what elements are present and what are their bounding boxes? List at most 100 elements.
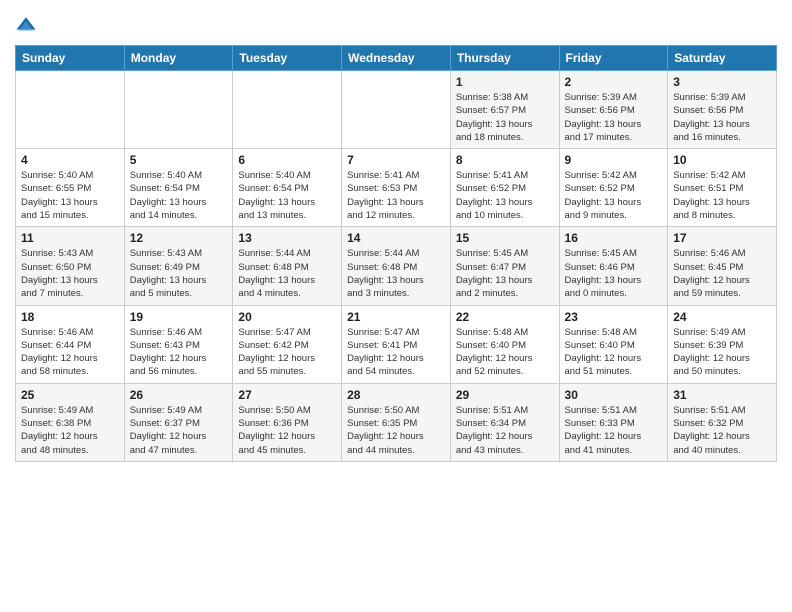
day-info: Sunrise: 5:47 AM Sunset: 6:41 PM Dayligh… <box>347 326 445 379</box>
logo <box>15 15 39 37</box>
day-number: 12 <box>130 231 228 245</box>
calendar-cell: 5 Sunrise: 5:40 AM Sunset: 6:54 PM Daylig… <box>124 149 233 227</box>
day-info: Sunrise: 5:40 AM Sunset: 6:55 PM Dayligh… <box>21 169 119 222</box>
calendar-cell <box>124 71 233 149</box>
day-info: Sunrise: 5:43 AM Sunset: 6:49 PM Dayligh… <box>130 247 228 300</box>
calendar-cell: 27 Sunrise: 5:50 AM Sunset: 6:36 PM Dayli… <box>233 383 342 461</box>
calendar-cell: 24 Sunrise: 5:49 AM Sunset: 6:39 PM Dayli… <box>668 305 777 383</box>
weekday-header-wednesday: Wednesday <box>342 46 451 71</box>
weekday-header-tuesday: Tuesday <box>233 46 342 71</box>
day-info: Sunrise: 5:51 AM Sunset: 6:34 PM Dayligh… <box>456 404 554 457</box>
calendar-header: SundayMondayTuesdayWednesdayThursdayFrid… <box>16 46 777 71</box>
day-number: 23 <box>565 310 663 324</box>
calendar-week-1: 1 Sunrise: 5:38 AM Sunset: 6:57 PM Daylig… <box>16 71 777 149</box>
calendar-cell: 20 Sunrise: 5:47 AM Sunset: 6:42 PM Dayli… <box>233 305 342 383</box>
calendar-cell: 18 Sunrise: 5:46 AM Sunset: 6:44 PM Dayli… <box>16 305 125 383</box>
day-number: 22 <box>456 310 554 324</box>
calendar-cell: 23 Sunrise: 5:48 AM Sunset: 6:40 PM Dayli… <box>559 305 668 383</box>
calendar-cell: 31 Sunrise: 5:51 AM Sunset: 6:32 PM Dayli… <box>668 383 777 461</box>
day-number: 5 <box>130 153 228 167</box>
calendar-cell: 11Sunrise: 5:43 AM Sunset: 6:50 PM Dayli… <box>16 227 125 305</box>
day-info: Sunrise: 5:44 AM Sunset: 6:48 PM Dayligh… <box>238 247 336 300</box>
day-info: Sunrise: 5:51 AM Sunset: 6:32 PM Dayligh… <box>673 404 771 457</box>
day-info: Sunrise: 5:39 AM Sunset: 6:56 PM Dayligh… <box>565 91 663 144</box>
calendar-week-5: 25Sunrise: 5:49 AM Sunset: 6:38 PM Dayli… <box>16 383 777 461</box>
day-number: 29 <box>456 388 554 402</box>
day-number: 30 <box>565 388 663 402</box>
calendar-cell: 28Sunrise: 5:50 AM Sunset: 6:35 PM Dayli… <box>342 383 451 461</box>
day-info: Sunrise: 5:45 AM Sunset: 6:46 PM Dayligh… <box>565 247 663 300</box>
day-number: 18 <box>21 310 119 324</box>
calendar-cell <box>342 71 451 149</box>
day-info: Sunrise: 5:42 AM Sunset: 6:52 PM Dayligh… <box>565 169 663 222</box>
day-info: Sunrise: 5:45 AM Sunset: 6:47 PM Dayligh… <box>456 247 554 300</box>
weekday-header-saturday: Saturday <box>668 46 777 71</box>
calendar-cell: 19 Sunrise: 5:46 AM Sunset: 6:43 PM Dayli… <box>124 305 233 383</box>
day-info: Sunrise: 5:48 AM Sunset: 6:40 PM Dayligh… <box>456 326 554 379</box>
calendar-cell: 4 Sunrise: 5:40 AM Sunset: 6:55 PM Daylig… <box>16 149 125 227</box>
day-number: 21 <box>347 310 445 324</box>
calendar-cell: 1 Sunrise: 5:38 AM Sunset: 6:57 PM Daylig… <box>450 71 559 149</box>
calendar-cell: 29 Sunrise: 5:51 AM Sunset: 6:34 PM Dayli… <box>450 383 559 461</box>
day-number: 17 <box>673 231 771 245</box>
day-number: 19 <box>130 310 228 324</box>
weekday-header-row: SundayMondayTuesdayWednesdayThursdayFrid… <box>16 46 777 71</box>
day-info: Sunrise: 5:40 AM Sunset: 6:54 PM Dayligh… <box>130 169 228 222</box>
calendar-week-2: 4 Sunrise: 5:40 AM Sunset: 6:55 PM Daylig… <box>16 149 777 227</box>
day-info: Sunrise: 5:43 AM Sunset: 6:50 PM Dayligh… <box>21 247 119 300</box>
day-info: Sunrise: 5:50 AM Sunset: 6:36 PM Dayligh… <box>238 404 336 457</box>
weekday-header-thursday: Thursday <box>450 46 559 71</box>
day-number: 24 <box>673 310 771 324</box>
day-info: Sunrise: 5:47 AM Sunset: 6:42 PM Dayligh… <box>238 326 336 379</box>
day-number: 13 <box>238 231 336 245</box>
calendar-cell: 8Sunrise: 5:41 AM Sunset: 6:52 PM Daylig… <box>450 149 559 227</box>
day-number: 1 <box>456 75 554 89</box>
calendar-cell: 6Sunrise: 5:40 AM Sunset: 6:54 PM Daylig… <box>233 149 342 227</box>
calendar-cell: 7 Sunrise: 5:41 AM Sunset: 6:53 PM Daylig… <box>342 149 451 227</box>
day-number: 16 <box>565 231 663 245</box>
day-info: Sunrise: 5:49 AM Sunset: 6:37 PM Dayligh… <box>130 404 228 457</box>
weekday-header-sunday: Sunday <box>16 46 125 71</box>
day-info: Sunrise: 5:42 AM Sunset: 6:51 PM Dayligh… <box>673 169 771 222</box>
day-info: Sunrise: 5:49 AM Sunset: 6:39 PM Dayligh… <box>673 326 771 379</box>
day-number: 27 <box>238 388 336 402</box>
day-number: 15 <box>456 231 554 245</box>
calendar-cell: 17 Sunrise: 5:46 AM Sunset: 6:45 PM Dayli… <box>668 227 777 305</box>
day-info: Sunrise: 5:46 AM Sunset: 6:44 PM Dayligh… <box>21 326 119 379</box>
day-number: 14 <box>347 231 445 245</box>
day-info: Sunrise: 5:40 AM Sunset: 6:54 PM Dayligh… <box>238 169 336 222</box>
calendar-cell: 9 Sunrise: 5:42 AM Sunset: 6:52 PM Daylig… <box>559 149 668 227</box>
day-number: 25 <box>21 388 119 402</box>
day-number: 10 <box>673 153 771 167</box>
day-info: Sunrise: 5:46 AM Sunset: 6:45 PM Dayligh… <box>673 247 771 300</box>
calendar-week-3: 11Sunrise: 5:43 AM Sunset: 6:50 PM Dayli… <box>16 227 777 305</box>
calendar-cell: 30 Sunrise: 5:51 AM Sunset: 6:33 PM Dayli… <box>559 383 668 461</box>
calendar-week-4: 18 Sunrise: 5:46 AM Sunset: 6:44 PM Dayli… <box>16 305 777 383</box>
logo-icon <box>15 15 37 37</box>
day-info: Sunrise: 5:48 AM Sunset: 6:40 PM Dayligh… <box>565 326 663 379</box>
calendar-cell: 12 Sunrise: 5:43 AM Sunset: 6:49 PM Dayli… <box>124 227 233 305</box>
calendar-cell: 10 Sunrise: 5:42 AM Sunset: 6:51 PM Dayli… <box>668 149 777 227</box>
weekday-header-friday: Friday <box>559 46 668 71</box>
calendar-table: SundayMondayTuesdayWednesdayThursdayFrid… <box>15 45 777 462</box>
calendar-cell: 16 Sunrise: 5:45 AM Sunset: 6:46 PM Dayli… <box>559 227 668 305</box>
day-number: 7 <box>347 153 445 167</box>
day-info: Sunrise: 5:46 AM Sunset: 6:43 PM Dayligh… <box>130 326 228 379</box>
calendar-cell: 15 Sunrise: 5:45 AM Sunset: 6:47 PM Dayli… <box>450 227 559 305</box>
day-number: 9 <box>565 153 663 167</box>
day-number: 3 <box>673 75 771 89</box>
day-number: 31 <box>673 388 771 402</box>
day-info: Sunrise: 5:51 AM Sunset: 6:33 PM Dayligh… <box>565 404 663 457</box>
day-info: Sunrise: 5:38 AM Sunset: 6:57 PM Dayligh… <box>456 91 554 144</box>
day-number: 2 <box>565 75 663 89</box>
page-header <box>15 10 777 37</box>
day-number: 28 <box>347 388 445 402</box>
day-info: Sunrise: 5:41 AM Sunset: 6:53 PM Dayligh… <box>347 169 445 222</box>
day-info: Sunrise: 5:44 AM Sunset: 6:48 PM Dayligh… <box>347 247 445 300</box>
day-number: 4 <box>21 153 119 167</box>
day-number: 8 <box>456 153 554 167</box>
calendar-cell: 14 Sunrise: 5:44 AM Sunset: 6:48 PM Dayli… <box>342 227 451 305</box>
calendar-cell: 26Sunrise: 5:49 AM Sunset: 6:37 PM Dayli… <box>124 383 233 461</box>
calendar-cell: 3Sunrise: 5:39 AM Sunset: 6:56 PM Daylig… <box>668 71 777 149</box>
day-number: 20 <box>238 310 336 324</box>
